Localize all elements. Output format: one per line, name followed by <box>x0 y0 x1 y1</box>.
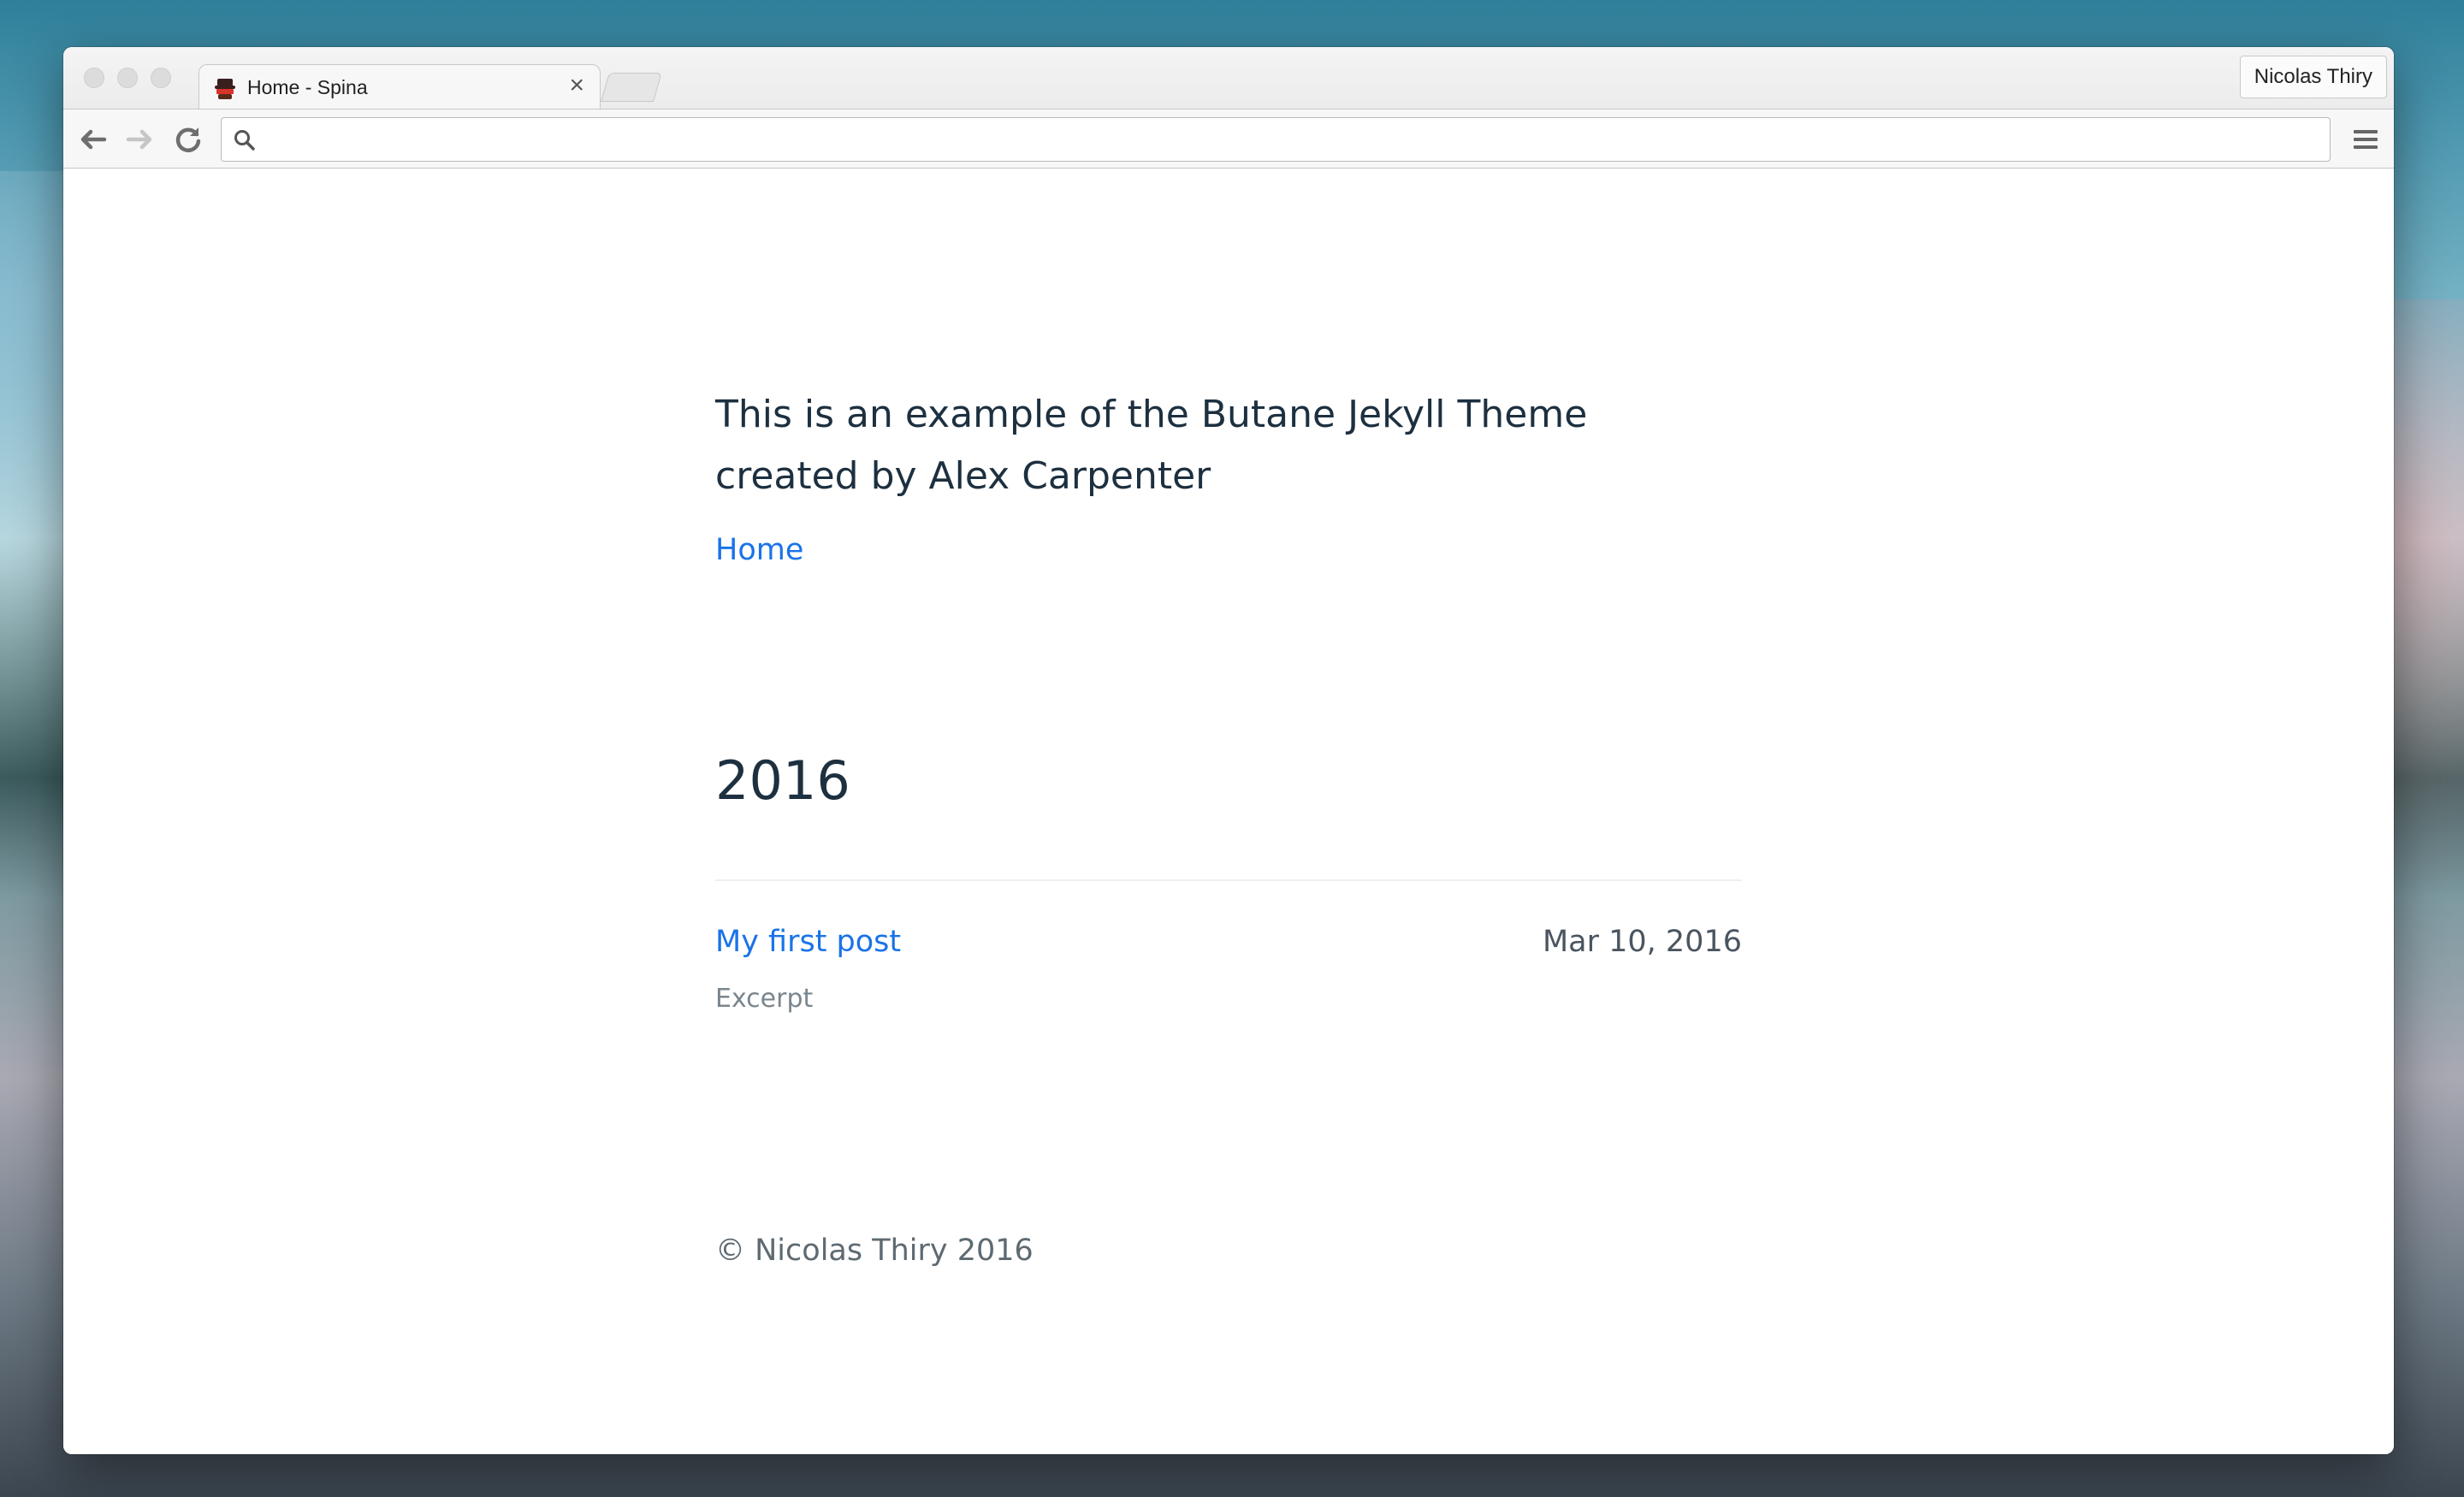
address-input[interactable] <box>266 118 2314 163</box>
site-footer: © Nicolas Thiry 2016 <box>715 1234 1034 1268</box>
close-window-button[interactable] <box>84 68 104 88</box>
browser-tab-active[interactable]: Home - Spina × <box>198 64 601 110</box>
tab-close-icon[interactable]: × <box>569 73 584 98</box>
divider <box>715 879 1742 881</box>
arrow-left-icon[interactable] <box>75 122 110 157</box>
minimize-window-button[interactable] <box>117 68 138 88</box>
site-intro: This is an example of the Butane Jekyll … <box>715 393 1588 498</box>
browser-toolbar <box>63 109 2394 169</box>
profile-button[interactable]: Nicolas Thiry <box>2239 56 2387 98</box>
post-excerpt: Excerpt <box>715 984 814 1014</box>
post-title-link[interactable]: My first post <box>715 925 901 959</box>
post-date: Mar 10, 2016 <box>1542 925 1742 959</box>
tab-title: Home - Spina <box>247 76 368 98</box>
nav-home-link[interactable]: Home <box>715 533 803 567</box>
spina-logo-icon <box>215 79 235 99</box>
browser-titlebar: Home - Spina × Nicolas Thiry <box>63 47 2394 110</box>
new-tab-button[interactable] <box>601 73 662 102</box>
page-viewport: This is an example of the Butane Jekyll … <box>63 169 2394 1454</box>
address-bar[interactable] <box>221 117 2331 163</box>
zoom-window-button[interactable] <box>151 68 171 88</box>
arrow-right-icon[interactable] <box>123 122 157 157</box>
browser-window: Home - Spina × Nicolas Thiry This is an … <box>63 47 2394 1454</box>
search-icon <box>234 130 255 151</box>
reload-icon[interactable] <box>171 122 205 157</box>
hamburger-menu-icon[interactable] <box>2351 125 2380 154</box>
archive-year-heading: 2016 <box>715 749 850 812</box>
